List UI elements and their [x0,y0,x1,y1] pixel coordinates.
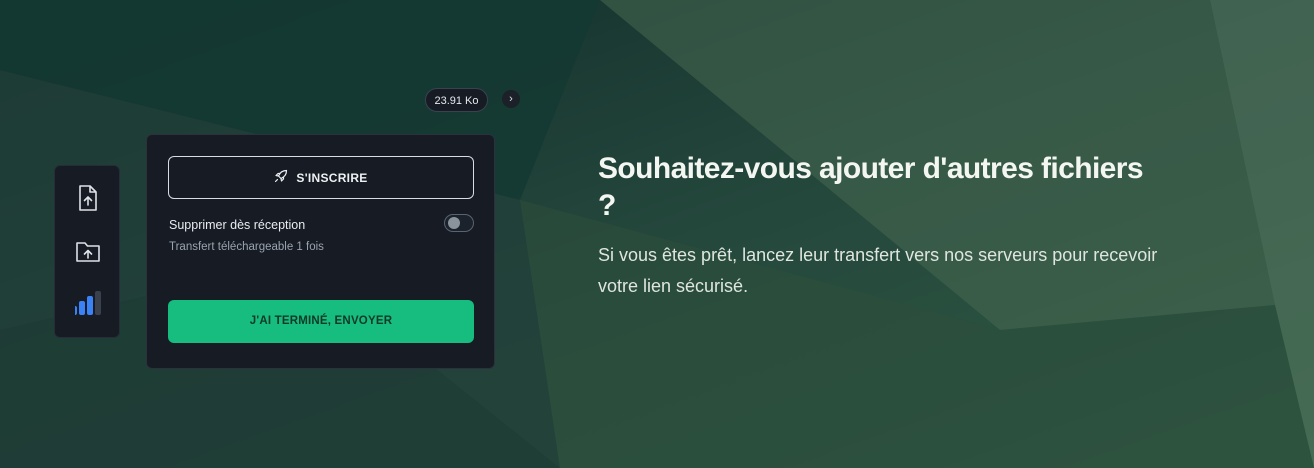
file-upload-icon[interactable] [75,184,101,212]
rocket-icon [274,169,288,186]
toggle-knob [448,217,460,229]
delete-on-receipt-toggle[interactable] [444,214,474,232]
download-count-note: Transfert téléchargeable 1 fois [169,241,324,253]
signal-bars-icon[interactable] [75,290,101,318]
folder-upload-icon[interactable] [75,237,101,265]
delete-on-receipt-label: Supprimer dès réception [169,218,306,232]
transfer-panel: S'INSCRIRE Supprimer dès réception Trans… [146,134,495,369]
sidebar-rail [54,165,120,338]
signup-button[interactable]: S'INSCRIRE [168,156,474,199]
chevron-right-icon[interactable]: › [502,90,520,108]
signup-button-label: S'INSCRIRE [296,170,368,185]
hero-description: Si vous êtes prêt, lancez leur transfert… [598,245,1158,296]
transfer-size-badge: 23.91 Ko [425,88,488,112]
hero-title: Souhaitez-vous ajouter d'autres fichiers… [598,152,1144,222]
send-button[interactable]: J'AI TERMINÉ, ENVOYER [168,300,474,343]
